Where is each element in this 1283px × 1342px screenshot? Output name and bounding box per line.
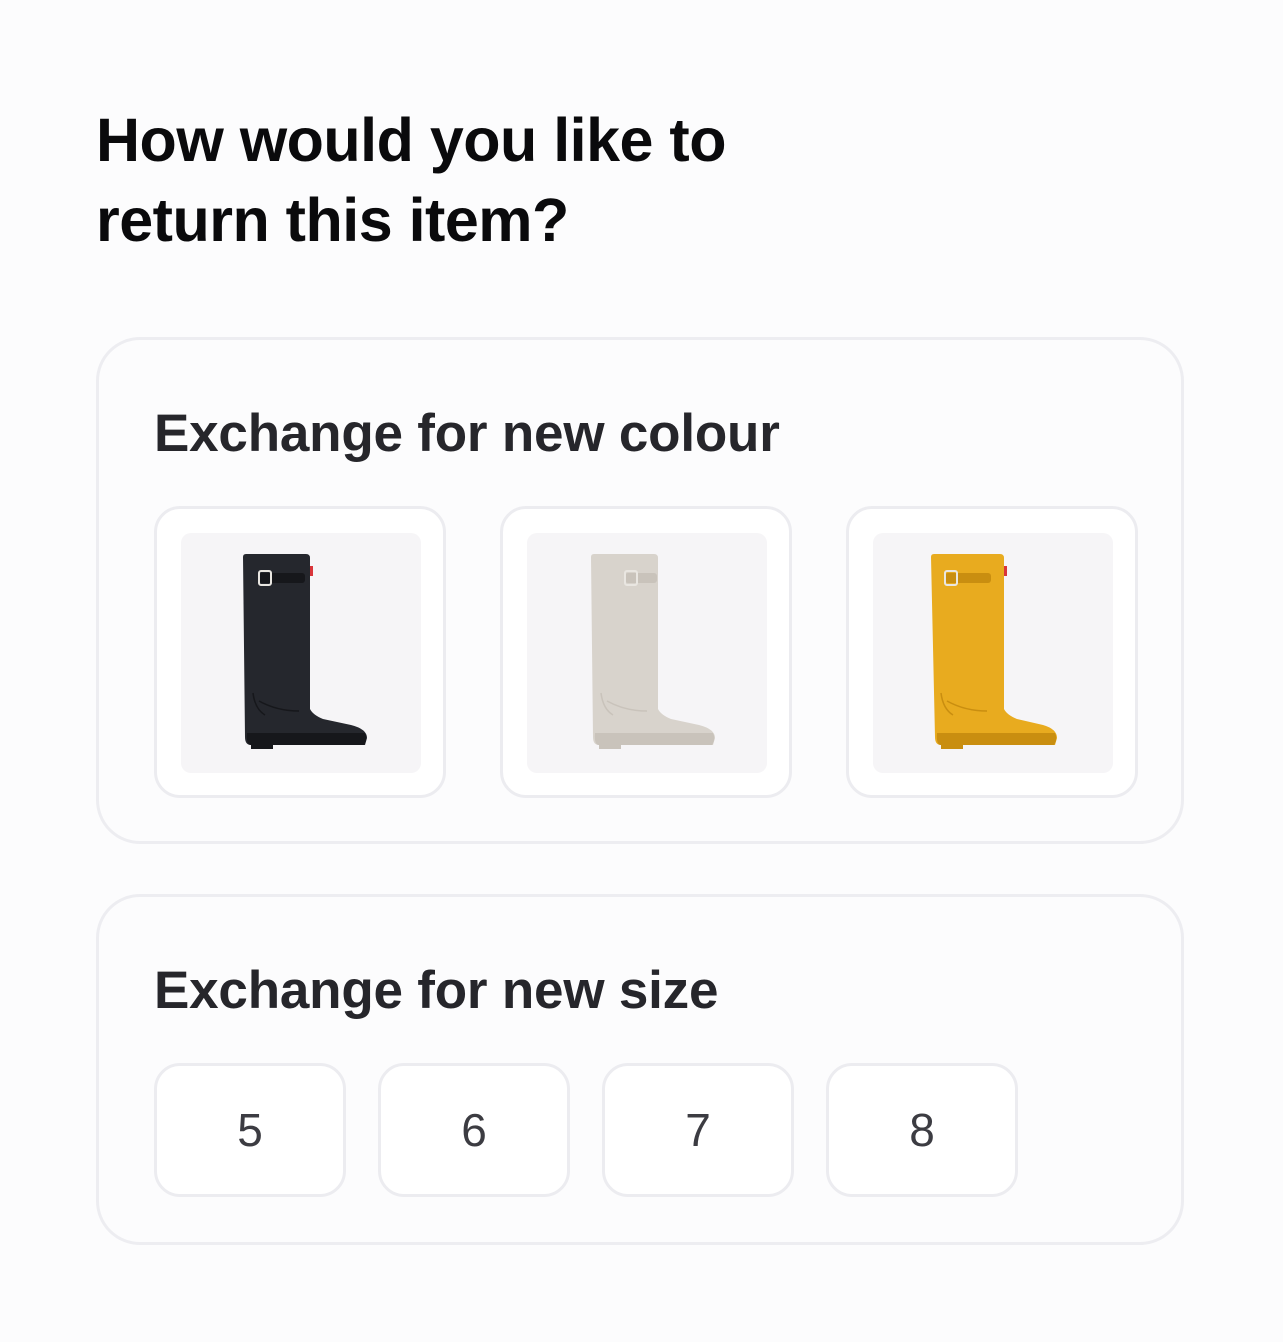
yellow-boot-image: [931, 554, 1057, 749]
page-title: How would you like to return this item?: [96, 106, 727, 254]
boot-image-bg: [527, 533, 767, 773]
size-option-7[interactable]: 7: [602, 1063, 794, 1197]
exchange-colour-title: Exchange for new colour: [154, 404, 780, 463]
exchange-size-title: Exchange for new size: [154, 961, 719, 1020]
boot-image-bg: [873, 533, 1113, 773]
exchange-size-card: Exchange for new size 5 6 7 8: [96, 894, 1184, 1245]
exchange-colour-card: Exchange for new colour: [96, 337, 1184, 844]
size-option-6[interactable]: 6: [378, 1063, 570, 1197]
boot-image-bg: [181, 533, 421, 773]
size-option-5[interactable]: 5: [154, 1063, 346, 1197]
colour-option-black[interactable]: [154, 506, 446, 798]
size-option-8[interactable]: 8: [826, 1063, 1018, 1197]
colour-option-off-white[interactable]: [500, 506, 792, 798]
colour-option-yellow[interactable]: [846, 506, 1138, 798]
black-boot-image: [243, 554, 367, 749]
off-white-boot-image: [591, 554, 715, 749]
